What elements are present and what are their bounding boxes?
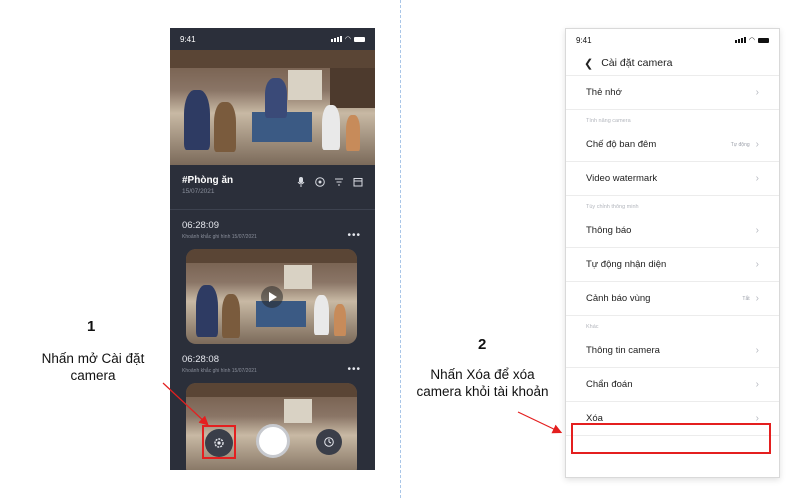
- section-header: Khác: [586, 324, 599, 330]
- item-label: Tự động nhận diện: [586, 259, 667, 270]
- page-title: Cài đặt camera: [601, 57, 673, 69]
- arrow-step-1: [162, 382, 209, 426]
- chevron-right-icon: ›: [755, 173, 759, 184]
- status-bar: 9:41 ◠: [566, 29, 779, 51]
- status-time: 9:41: [576, 35, 592, 45]
- settings-item-zone-alert[interactable]: Cảnh báo vùng Tắt ›: [566, 282, 779, 316]
- chevron-right-icon: ›: [755, 139, 759, 150]
- delete-highlight: [571, 423, 771, 454]
- settings-item-notifications[interactable]: Thông báo ›: [566, 214, 779, 248]
- settings-list: Thẻ nhớ › Tính năng camera Chế độ ban đê…: [566, 75, 779, 436]
- back-icon[interactable]: ❮: [584, 57, 593, 70]
- settings-item-diagnostics[interactable]: Chẩn đoán ›: [566, 368, 779, 402]
- chevron-right-icon: ›: [755, 293, 759, 304]
- section-header: Tùy chỉnh thông minh: [586, 204, 639, 210]
- chevron-right-icon: ›: [755, 87, 759, 98]
- chevron-right-icon: ›: [755, 259, 759, 270]
- item-label: Cảnh báo vùng: [586, 293, 651, 304]
- item-label: Chẩn đoán: [586, 379, 633, 390]
- section-header: Tính năng camera: [586, 118, 631, 124]
- settings-item-night-mode[interactable]: Chế độ ban đêm Tự động ›: [566, 128, 779, 162]
- item-label: Thông tin camera: [586, 345, 660, 356]
- battery-icon: [758, 37, 769, 43]
- item-label: Chế độ ban đêm: [586, 139, 657, 150]
- item-label: Video watermark: [586, 173, 658, 184]
- item-label: Thẻ nhớ: [586, 87, 622, 98]
- settings-item-video-watermark[interactable]: Video watermark ›: [566, 162, 779, 196]
- chevron-right-icon: ›: [755, 225, 759, 236]
- item-value: Tự động: [730, 141, 750, 148]
- item-value: Tắt: [742, 295, 750, 302]
- signal-icon: [734, 37, 746, 43]
- settings-item-camera-info[interactable]: Thông tin camera ›: [566, 334, 779, 368]
- settings-item-memory-card[interactable]: Thẻ nhớ ›: [566, 76, 779, 110]
- status-icons: ◠: [734, 36, 769, 44]
- tutorial-page: 9:41 ◠ #Phòng ăn 15/07/2021 06:28:09 Kho…: [0, 0, 800, 498]
- nav-bar: ❮ Cài đặt camera: [566, 51, 779, 75]
- arrow-step-2: [517, 411, 563, 434]
- settings-item-auto-detect[interactable]: Tự động nhận diện ›: [566, 248, 779, 282]
- chevron-right-icon: ›: [755, 345, 759, 356]
- camera-settings-screen: 9:41 ◠ ❮ Cài đặt camera Thẻ nhớ › Tính n…: [565, 28, 780, 478]
- chevron-right-icon: ›: [755, 379, 759, 390]
- wifi-icon: ◠: [748, 37, 755, 44]
- item-label: Thông báo: [586, 225, 632, 236]
